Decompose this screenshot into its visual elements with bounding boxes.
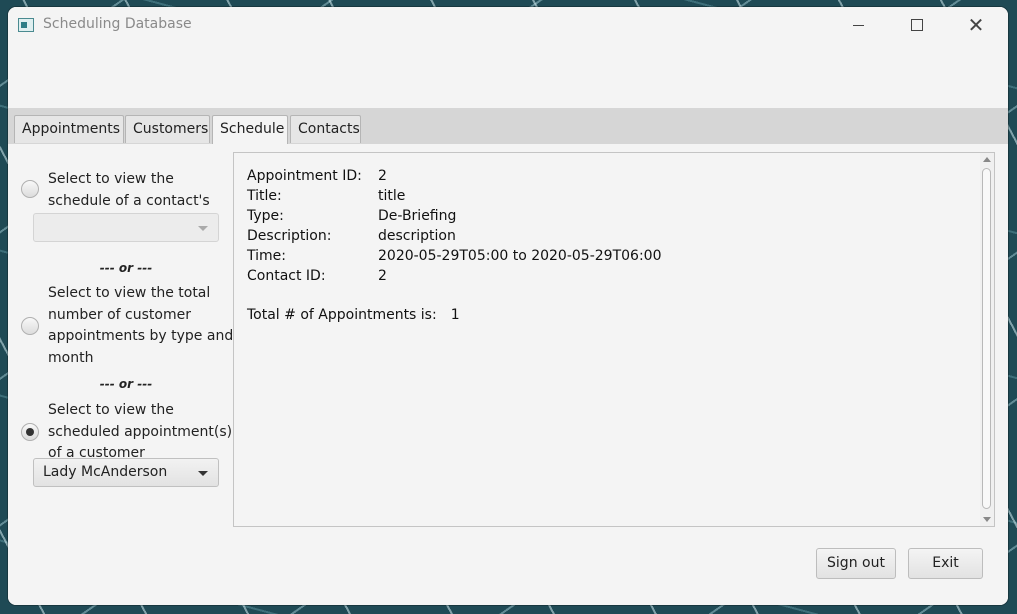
result-row: Title: title bbox=[247, 188, 406, 204]
total-appointments: Total # of Appointments is: 1 bbox=[247, 307, 460, 323]
result-row: Description: description bbox=[247, 228, 456, 244]
customer-select[interactable]: Lady McAnderson bbox=[33, 458, 219, 487]
tab-contacts[interactable]: Contacts bbox=[290, 115, 361, 143]
contact-select[interactable] bbox=[33, 213, 219, 242]
minimize-button[interactable] bbox=[835, 7, 881, 43]
scroll-up-icon[interactable] bbox=[983, 157, 991, 162]
vertical-scrollbar[interactable] bbox=[980, 153, 994, 526]
app-icon bbox=[18, 18, 34, 32]
result-row: Time: 2020-05-29T05:00 to 2020-05-29T06:0… bbox=[247, 248, 662, 264]
tab-schedule[interactable]: Schedule bbox=[212, 115, 288, 144]
customer-select-value: Lady McAnderson bbox=[43, 464, 168, 480]
close-icon: ✕ bbox=[967, 13, 985, 37]
type-month-label: Select to view the total number of custo… bbox=[48, 285, 234, 366]
total-label: Total # of Appointments is: bbox=[247, 307, 437, 323]
contact-schedule-radio[interactable] bbox=[21, 180, 39, 198]
scroll-thumb[interactable] bbox=[982, 168, 991, 509]
chevron-down-icon bbox=[198, 471, 208, 476]
total-value: 1 bbox=[450, 307, 460, 323]
close-button[interactable]: ✕ bbox=[953, 7, 999, 43]
tab-bar: Appointments Customers Schedule Contacts bbox=[8, 108, 1008, 144]
maximize-icon bbox=[911, 19, 923, 31]
result-row: Type: De-Briefing bbox=[247, 208, 457, 224]
minimize-icon bbox=[852, 24, 864, 26]
window-title: Scheduling Database bbox=[43, 16, 192, 32]
title-bar[interactable]: Scheduling Database ✕ bbox=[8, 7, 1008, 43]
sign-out-button[interactable]: Sign out bbox=[816, 548, 896, 579]
chevron-down-icon bbox=[198, 226, 208, 231]
tab-customers[interactable]: Customers bbox=[125, 115, 210, 143]
maximize-button[interactable] bbox=[894, 7, 940, 43]
exit-button[interactable]: Exit bbox=[908, 548, 983, 579]
tab-appointments[interactable]: Appointments bbox=[14, 115, 124, 143]
scroll-down-icon[interactable] bbox=[983, 517, 991, 522]
results-text-area[interactable]: Appointment ID: 2 Title: title Type: De-Bri… bbox=[233, 152, 995, 527]
app-window: Scheduling Database ✕ Appointments Custo… bbox=[8, 7, 1008, 605]
customer-schedule-radio[interactable] bbox=[21, 423, 39, 441]
header-area bbox=[8, 43, 1008, 109]
customer-schedule-label: Select to view the scheduled appointment… bbox=[48, 402, 233, 461]
type-month-radio[interactable] bbox=[21, 317, 39, 335]
or-separator: --- or --- bbox=[99, 377, 153, 391]
result-row: Appointment ID: 2 bbox=[247, 168, 387, 184]
or-separator: --- or --- bbox=[99, 261, 153, 275]
result-row: Contact ID: 2 bbox=[247, 268, 387, 284]
schedule-tab-content: Select to view the schedule of a contact… bbox=[8, 144, 1008, 605]
